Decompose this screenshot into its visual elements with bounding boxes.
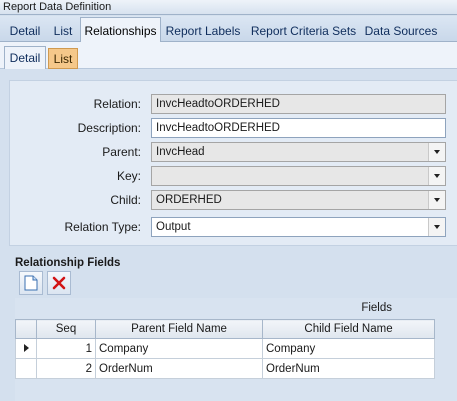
key-label: Key: <box>116 169 141 183</box>
relation-type-select[interactable]: Output <box>151 217 446 237</box>
child-label: Child: <box>110 193 141 207</box>
subtab-detail[interactable]: Detail <box>4 46 46 69</box>
window-title: Report Data Definition <box>0 0 457 15</box>
relationship-fields-title: Relationship Fields <box>15 257 121 269</box>
tab-report-labels[interactable]: Report Labels <box>163 21 243 41</box>
new-button[interactable] <box>19 271 43 295</box>
relation-type-value: Output <box>156 221 191 233</box>
tab-list[interactable]: List <box>47 21 79 41</box>
parent-select[interactable]: InvcHead <box>151 142 446 162</box>
description-label: Description: <box>77 121 141 135</box>
relation-label: Relation: <box>93 97 141 111</box>
parent-label: Parent: <box>102 145 141 159</box>
fields-table: Seq Parent Field Name Child Field Name 1… <box>15 319 435 379</box>
description-field[interactable]: InvcHeadtoORDERHED <box>151 118 446 138</box>
relation-field[interactable]: InvcHeadtoORDERHED <box>151 94 446 114</box>
delete-x-icon <box>52 276 66 290</box>
key-select[interactable] <box>151 166 446 186</box>
relation-type-label: Relation Type: <box>64 220 142 234</box>
child-select[interactable]: ORDERHED <box>151 190 446 210</box>
relationship-fields-toolbar <box>15 271 75 295</box>
row-selector-header <box>15 319 37 339</box>
child-field-cell[interactable]: OrderNum <box>262 358 435 379</box>
parent-field-cell[interactable]: OrderNum <box>95 358 263 379</box>
subtab-list[interactable]: List <box>48 48 78 69</box>
chevron-down-icon[interactable] <box>428 143 445 161</box>
chevron-down-icon[interactable] <box>428 191 445 209</box>
relationship-fields-grid: Fields Seq Parent Field Name Child Field… <box>15 298 457 401</box>
column-header-parent-field[interactable]: Parent Field Name <box>95 319 263 339</box>
chevron-down-icon[interactable] <box>428 167 445 185</box>
tab-relationships[interactable]: Relationships <box>80 17 161 42</box>
parent-field-cell[interactable]: Company <box>95 338 263 359</box>
tab-data-sources[interactable]: Data Sources <box>362 21 440 41</box>
parent-value: InvcHead <box>156 146 205 158</box>
fields-group-header: Fields <box>361 302 392 314</box>
tab-report-criteria-sets[interactable]: Report Criteria Sets <box>249 21 358 41</box>
row-pointer-icon <box>23 343 29 352</box>
relation-form-panel: Relation: InvcHeadtoORDERHED Description… <box>9 80 457 246</box>
row-selector[interactable] <box>15 338 37 359</box>
column-header-seq[interactable]: Seq <box>36 319 96 339</box>
table-row[interactable]: 2 OrderNum OrderNum <box>15 358 435 379</box>
child-value: ORDERHED <box>156 194 222 206</box>
chevron-down-icon[interactable] <box>428 218 445 236</box>
table-row[interactable]: 1 Company Company <box>15 338 435 359</box>
child-field-cell[interactable]: Company <box>262 338 435 359</box>
seq-cell[interactable]: 1 <box>36 338 96 359</box>
tab-detail[interactable]: Detail <box>4 21 46 41</box>
left-gutter <box>0 69 9 259</box>
delete-button[interactable] <box>47 271 71 295</box>
column-header-child-field[interactable]: Child Field Name <box>262 319 435 339</box>
main-tab-strip: Detail List Relationships Report Labels … <box>0 16 457 42</box>
new-document-icon <box>24 275 38 291</box>
sub-tab-strip: Detail List <box>0 42 457 69</box>
row-selector[interactable] <box>15 358 37 379</box>
seq-cell[interactable]: 2 <box>36 358 96 379</box>
